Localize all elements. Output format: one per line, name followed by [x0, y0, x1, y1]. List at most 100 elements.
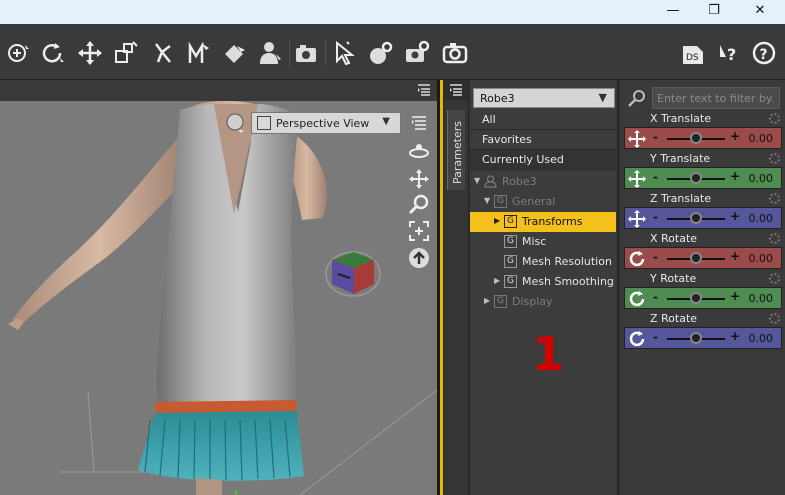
group-icon: G [494, 195, 507, 208]
help-icon[interactable]: ? [751, 40, 777, 66]
filter-item[interactable]: All [470, 110, 616, 130]
parameter-bar[interactable]: - +0.00 [624, 327, 782, 349]
parameter-value[interactable]: 0.00 [749, 332, 774, 345]
decrement-button[interactable]: - [653, 290, 658, 304]
slider-handle[interactable] [690, 332, 702, 344]
parameter-bar[interactable]: - +0.00 [624, 247, 782, 269]
filter-item[interactable]: Currently Used [470, 150, 616, 170]
increment-button[interactable]: + [730, 289, 740, 303]
surface-selection-icon[interactable] [222, 40, 248, 66]
tree-node[interactable]: G Misc [470, 232, 616, 252]
parameter-slider: Y Rotate - +0.00 [624, 272, 782, 310]
panel-menu-icon[interactable] [417, 83, 431, 97]
aux-viewport-sphere-icon[interactable] [224, 112, 246, 134]
view-cube[interactable] [322, 240, 384, 302]
panel-splitter-highlight[interactable] [440, 80, 443, 495]
translate-tool-icon[interactable] [77, 40, 103, 66]
universal-tool-icon[interactable] [6, 40, 32, 66]
figure-shape-icon[interactable] [258, 40, 284, 66]
node-select-label: Robe3 [480, 92, 515, 105]
gear-icon[interactable] [769, 273, 780, 284]
viewport-options-icon[interactable] [411, 116, 427, 130]
parameter-value[interactable]: 0.00 [749, 252, 774, 265]
morph-tool-icon[interactable] [187, 40, 213, 66]
slider-handle[interactable] [690, 132, 702, 144]
render-camera-icon[interactable] [442, 40, 468, 66]
maximize-button[interactable]: ❐ [691, 0, 737, 24]
parameter-bar[interactable]: - +0.00 [624, 207, 782, 229]
panel-menu-icon[interactable] [449, 83, 463, 97]
daz-studio-window: — ❐ ✕ DS ? ? Perspective View ▼ Paramete… [0, 0, 785, 495]
property-group-tree: Robe3 ▼ All Favorites Currently Used ▼ Robe… [470, 80, 618, 495]
tree-node[interactable]: ▶ G Mesh Smoothing [470, 272, 616, 292]
rotate-tool-icon[interactable] [40, 40, 66, 66]
zoom-icon[interactable] [408, 194, 430, 216]
increment-button[interactable]: + [730, 249, 740, 263]
tab-parameters[interactable]: Parameters [447, 110, 465, 190]
tree-node[interactable]: ▶ G Display [470, 292, 616, 312]
slider-handle[interactable] [690, 172, 702, 184]
gear-icon[interactable] [769, 113, 780, 124]
parameter-bar[interactable]: - +0.00 [624, 127, 782, 149]
parameter-value[interactable]: 0.00 [749, 292, 774, 305]
pan-icon[interactable] [408, 168, 430, 190]
group-icon: G [504, 255, 517, 268]
collapsed-arrow-icon[interactable]: ▶ [494, 216, 500, 225]
decrement-button[interactable]: - [653, 210, 658, 224]
rotate-icon [629, 291, 645, 307]
frame-icon[interactable] [408, 220, 430, 242]
parameter-value[interactable]: 0.00 [749, 212, 774, 225]
gear-icon[interactable] [769, 193, 780, 204]
render-settings-icon[interactable] [368, 40, 394, 66]
slider-handle[interactable] [690, 252, 702, 264]
help-whats-this-icon[interactable]: ? [716, 40, 742, 66]
increment-button[interactable]: + [730, 169, 740, 183]
parameter-value[interactable]: 0.00 [749, 172, 774, 185]
group-icon: G [494, 295, 507, 308]
collapsed-arrow-icon[interactable]: ▶ [494, 276, 500, 285]
increment-button[interactable]: + [730, 209, 740, 223]
parameter-bar[interactable]: - +0.00 [624, 287, 782, 309]
svg-text:?: ? [727, 45, 736, 64]
expanded-arrow-icon[interactable]: ▼ [484, 196, 490, 205]
tree-node[interactable]: ▶ G Transforms [470, 212, 616, 232]
parameter-value[interactable]: 0.00 [749, 132, 774, 145]
node-select-dropdown[interactable]: Robe3 ▼ [473, 88, 615, 108]
camera-icon[interactable] [294, 40, 320, 66]
parameter-name: Y Rotate [650, 272, 697, 285]
slider-handle[interactable] [690, 292, 702, 304]
view-selector-dropdown[interactable]: Perspective View ▼ [251, 112, 401, 134]
increment-button[interactable]: + [730, 129, 740, 143]
joint-editor-icon[interactable] [150, 40, 176, 66]
reset-view-icon[interactable] [408, 247, 430, 269]
render-icon[interactable] [404, 40, 430, 66]
tree-node[interactable]: ▼ G General [470, 192, 616, 212]
decrement-button[interactable]: - [653, 330, 658, 344]
filter-item[interactable]: Favorites [470, 130, 616, 150]
close-button[interactable]: ✕ [737, 0, 783, 24]
gear-icon[interactable] [769, 233, 780, 244]
decrement-button[interactable]: - [653, 130, 658, 144]
tree-node[interactable]: ▼ Robe3 [470, 172, 616, 192]
node-selection-icon[interactable] [332, 40, 358, 66]
filter-item-label: Currently Used [482, 153, 564, 166]
viewport[interactable]: Perspective View ▼ [0, 80, 437, 495]
filter-input[interactable] [653, 88, 773, 108]
filter-field[interactable] [652, 87, 780, 109]
minimize-button[interactable]: — [650, 0, 696, 24]
expanded-arrow-icon[interactable]: ▼ [474, 176, 480, 185]
scale-tool-icon[interactable] [113, 40, 139, 66]
daz-studio-icon[interactable]: DS [680, 40, 706, 66]
rotate-icon [629, 251, 645, 267]
increment-button[interactable]: + [730, 329, 740, 343]
collapsed-arrow-icon[interactable]: ▶ [484, 296, 490, 305]
slider-handle[interactable] [690, 212, 702, 224]
tree-node-label: Mesh Resolution [522, 255, 612, 268]
orbit-icon[interactable] [408, 140, 430, 162]
decrement-button[interactable]: - [653, 250, 658, 264]
tree-node[interactable]: G Mesh Resolution [470, 252, 616, 272]
gear-icon[interactable] [769, 153, 780, 164]
gear-icon[interactable] [769, 313, 780, 324]
parameter-bar[interactable]: - +0.00 [624, 167, 782, 189]
decrement-button[interactable]: - [653, 170, 658, 184]
